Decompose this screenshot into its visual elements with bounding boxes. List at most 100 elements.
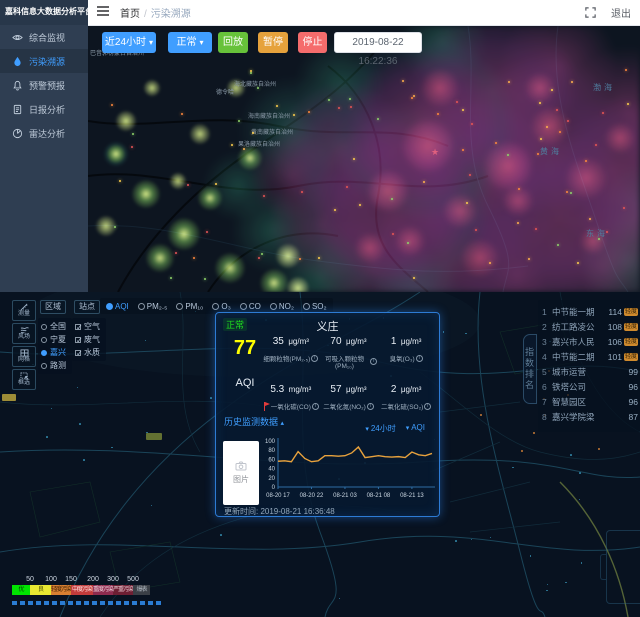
replay-button[interactable]: 回放 xyxy=(218,32,248,53)
chevron-down-icon: ▾ xyxy=(149,38,153,47)
info-icon[interactable]: i xyxy=(312,403,319,410)
svg-text:0: 0 xyxy=(272,485,276,491)
table-row[interactable]: 5城市运营99 xyxy=(542,364,638,379)
pollutant-option-o3[interactable]: O₃ xyxy=(212,302,230,311)
station-dropdown-button[interactable]: 站点 xyxy=(74,300,100,314)
svg-text:08-20 22: 08-20 22 xyxy=(300,493,324,499)
info-icon[interactable]: i xyxy=(311,355,318,362)
sidebar-item-radar[interactable]: 雷达分析 xyxy=(0,121,88,145)
aqi-ranking-panel: 1中节能一期114轻度 2纺工路凌公108轻度 3嘉兴市人民106轻度 4中节能… xyxy=(538,300,640,432)
grid-tool-button[interactable]: 网格 xyxy=(12,346,36,367)
breadcrumb: 首页/污染溯源 xyxy=(120,5,191,20)
svg-text:08-20 17: 08-20 17 xyxy=(266,493,290,499)
water-drop-icon xyxy=(12,56,23,67)
checkbox-icon: ✓ xyxy=(75,324,81,330)
info-icon[interactable]: i xyxy=(424,403,431,410)
pollutant-option-aqi[interactable]: AQI xyxy=(106,302,129,311)
info-icon[interactable]: i xyxy=(416,355,423,362)
sidebar-item-monitor[interactable]: 综合监视 xyxy=(0,25,88,49)
radio-icon xyxy=(138,303,145,310)
ruler-icon xyxy=(20,303,29,311)
info-icon[interactable]: i xyxy=(367,403,374,410)
radio-icon xyxy=(240,303,247,310)
fullscreen-icon[interactable] xyxy=(584,6,597,19)
svg-text:20: 20 xyxy=(268,476,275,482)
station-option-water[interactable]: ✓水质 xyxy=(75,346,103,359)
grid-icon xyxy=(20,349,29,357)
radio-icon xyxy=(41,350,47,356)
table-row[interactable]: 4中节能二期101轻度 xyxy=(542,349,638,364)
collapsed-side-panel[interactable] xyxy=(606,530,640,604)
logout-button[interactable]: 退出 xyxy=(611,5,631,20)
station-option-air[interactable]: ✓空气 xyxy=(75,320,103,333)
stop-button[interactable]: 停止 xyxy=(298,32,327,53)
table-row[interactable]: 6铁塔公司96 xyxy=(542,379,638,394)
mode-dropdown[interactable]: 正常▾ xyxy=(168,32,212,53)
hamburger-menu-icon[interactable] xyxy=(96,4,110,22)
table-row[interactable]: 8嘉兴学院梁87 xyxy=(542,409,638,424)
datetime-display[interactable]: 2019-08-22 16:22:36 xyxy=(334,32,422,53)
sidebar-item-daily-report[interactable]: 日报分析 xyxy=(0,97,88,121)
radio-icon xyxy=(41,337,47,343)
map-label: 德令哈 xyxy=(216,87,234,96)
metric-select[interactable]: AQI xyxy=(406,423,425,434)
checkbox-icon: ✓ xyxy=(75,337,81,343)
pollutant-option-co[interactable]: CO xyxy=(240,302,261,311)
legend-color-bar: 优 良 轻度污染 中度污染 重度污染 严重污染 爆表 xyxy=(12,585,162,595)
ranking-tab[interactable]: 指数排名 xyxy=(523,334,537,404)
box-select-tool-button[interactable]: 框选 xyxy=(12,369,36,390)
region-option-jiaxing[interactable]: 嘉兴 xyxy=(41,346,69,359)
sea-label: 渤海 xyxy=(593,82,615,93)
wind-field-tool-button[interactable]: 风场 xyxy=(12,323,36,344)
region-dropdown-button[interactable]: 区域 xyxy=(40,300,66,314)
breadcrumb-separator: / xyxy=(144,9,147,20)
sea-label: 黄海 xyxy=(540,146,562,157)
info-icon[interactable]: i xyxy=(370,358,377,365)
pause-button[interactable]: 暂停 xyxy=(258,32,288,53)
svg-text:08-21 03: 08-21 03 xyxy=(333,493,357,499)
level-badge: 轻度 xyxy=(624,338,638,346)
time-range-select[interactable]: 24小时 xyxy=(365,423,395,434)
table-row[interactable]: 3嘉兴市人民106轻度 xyxy=(542,334,638,349)
aqi-value: 77 xyxy=(226,337,264,360)
svg-text:60: 60 xyxy=(268,457,275,463)
region-option-roadtest[interactable]: 路测 xyxy=(41,359,69,372)
wind-icon xyxy=(20,326,29,334)
pollutant-option-so2[interactable]: SO₂ xyxy=(303,302,327,311)
pollutant-readings-grid: 35 μg/m³ 细颗粒物(PM₂.₅)i 70 μg/m³ 可吸入颗粒物(PM… xyxy=(262,331,435,417)
region-option-ningxia[interactable]: 宁夏 xyxy=(41,333,69,346)
pollutant-option-no2[interactable]: NO₂ xyxy=(270,302,294,311)
station-photo-placeholder[interactable]: 图片 xyxy=(223,441,259,505)
playback-progress-dashes[interactable] xyxy=(12,601,162,605)
region-options-panel: 全国 宁夏 嘉兴 路测 xyxy=(38,318,72,374)
table-row[interactable]: 7智慧园区96 xyxy=(542,394,638,409)
sidebar-item-warning[interactable]: 预警预报 xyxy=(0,73,88,97)
pollutant-option-pm10[interactable]: PM₁₀ xyxy=(176,302,203,311)
sidebar-item-pollution-trace[interactable]: 污染溯源 xyxy=(0,49,88,73)
sidebar-item-label: 雷达分析 xyxy=(29,127,65,140)
pollutant-option-pm25[interactable]: PM₂.₅ xyxy=(138,302,168,311)
checkbox-icon: ✓ xyxy=(75,350,81,356)
table-row[interactable]: 1中节能一期114轻度 xyxy=(542,304,638,319)
top-header: 首页/污染溯源 退出 xyxy=(88,0,640,26)
table-row[interactable]: 2纺工路凌公108轻度 xyxy=(542,319,638,334)
measure-tool-button[interactable]: 测量 xyxy=(12,300,36,321)
eye-icon xyxy=(12,32,23,43)
history-data-link[interactable]: 历史监测数据 ▴ xyxy=(224,415,284,428)
pollution-heatmap[interactable]: 巴音郭楞蒙古自治州 德令哈 海北藏族自治州 海南藏族自治州 黄南藏族自治州 果洛… xyxy=(88,26,640,292)
breadcrumb-home[interactable]: 首页 xyxy=(120,9,140,20)
aqi-trend-chart: 02040608010008-20 1708-20 2208-21 0308-2… xyxy=(260,435,436,501)
radio-icon xyxy=(176,303,183,310)
level-badge: 轻度 xyxy=(624,353,638,361)
map-label: 黄南藏族自治州 xyxy=(251,127,293,136)
station-option-exhaust[interactable]: ✓废气 xyxy=(75,333,103,346)
time-range-dropdown[interactable]: 近24小时▾ xyxy=(102,32,156,53)
region-option-national[interactable]: 全国 xyxy=(41,320,69,333)
reading-no2: 57 μg/m³ 二氧化氮(NO₂)i xyxy=(320,379,378,417)
legend-ticks: 50 100 150 200 300 500 xyxy=(12,576,162,585)
map-label: 果洛藏族自治州 xyxy=(238,139,280,148)
sea-label: 东海 xyxy=(586,228,608,239)
station-options-panel: ✓空气 ✓废气 ✓水质 xyxy=(72,318,106,361)
city-map[interactable]: 测量 风场 网格 框选 区域 全国 宁夏 嘉兴 路测 站点 ✓空气 ✓废气 ✓水… xyxy=(0,292,640,617)
svg-text:08-21 08: 08-21 08 xyxy=(367,493,391,499)
